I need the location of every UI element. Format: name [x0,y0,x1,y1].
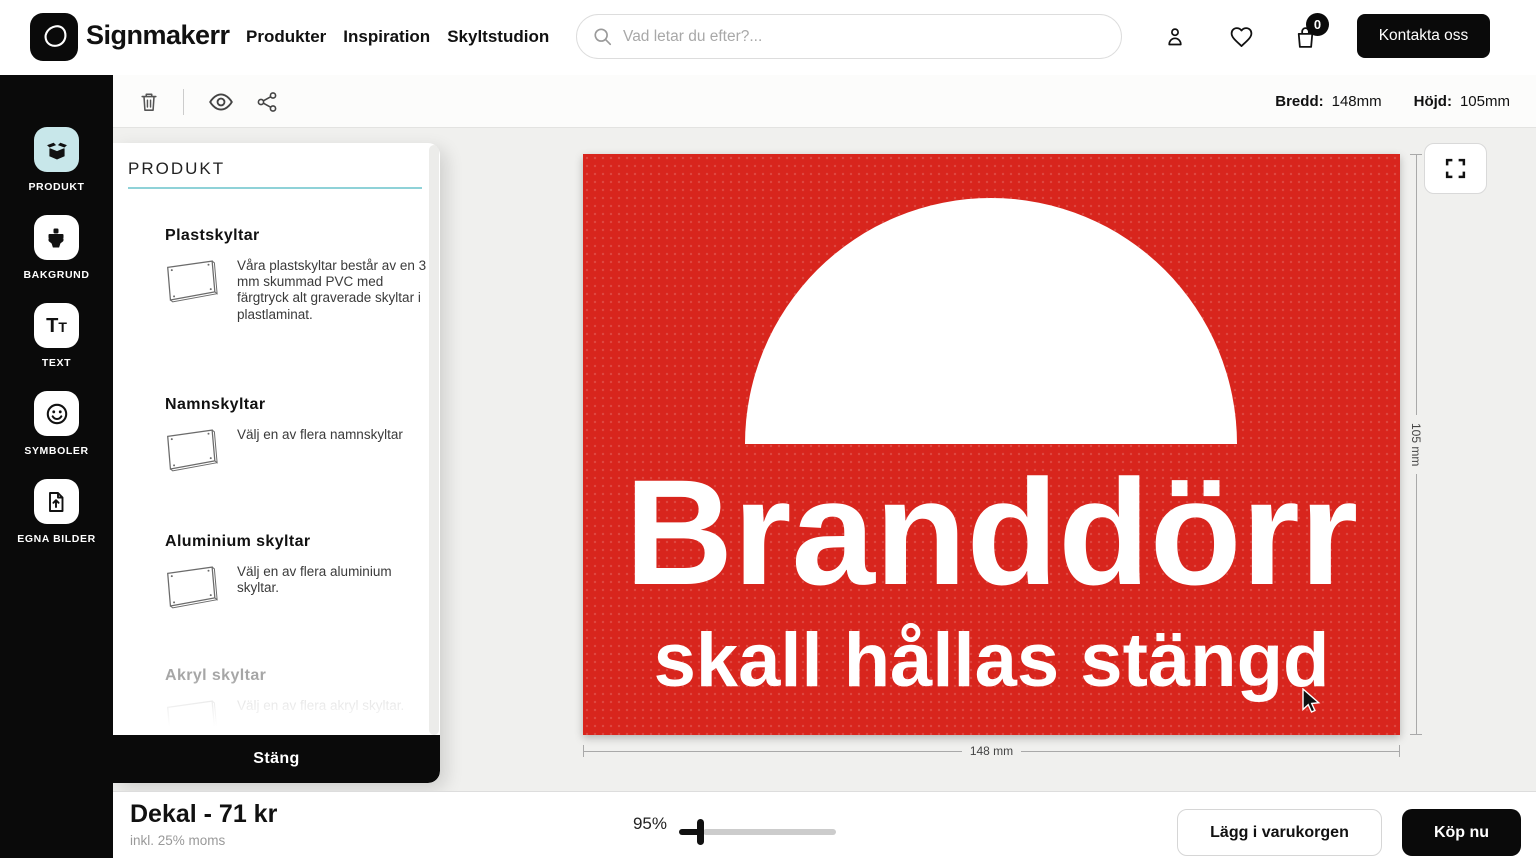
sidebar-item-egna-bilder[interactable]: EGNA BILDER [17,479,96,545]
height-value: 105mm [1460,93,1510,110]
zoom-slider-handle[interactable] [697,819,704,845]
sign-text-line2[interactable]: skall hållas stängd [583,623,1400,699]
sidebar-item-text[interactable]: TT TEXT [34,303,79,369]
cart-count-badge: 0 [1306,13,1329,36]
width-dimension-label: 148 mm [962,744,1021,758]
buy-now-button[interactable]: Köp nu [1402,809,1521,856]
sign-plate-thumbnail [165,258,223,304]
tool-sidebar: PRODUKT BAKGRUND TT TEXT [0,75,113,858]
bottom-bar: Dekal - 71 kr inkl. 25% moms 95% Lägg i … [113,791,1536,864]
sidebar-item-produkt[interactable]: PRODUKT [28,127,84,193]
add-to-cart-button[interactable]: Lägg i varukorgen [1177,809,1382,856]
search-icon [593,27,613,47]
nav-inspiration[interactable]: Inspiration [343,27,430,47]
fullscreen-button[interactable] [1424,143,1487,194]
product-name: Akryl skyltar [165,667,266,685]
search-bar [576,14,1122,59]
sign-text-line1[interactable]: Branddörr [583,457,1400,607]
product-description: Välj en av flera namnskyltar [237,427,433,443]
search-input[interactable] [623,28,1105,46]
produkt-tile [34,127,79,172]
preview-button[interactable] [207,88,235,116]
share-button[interactable] [253,88,281,116]
panel-scrollbar[interactable] [429,145,439,735]
product-price-title: Dekal - 71 kr [130,800,277,829]
egna-bilder-tile [34,479,79,524]
share-icon [256,91,278,113]
symboler-tile [34,391,79,436]
close-panel-button[interactable]: Stäng [113,735,440,783]
upload-file-icon [44,490,68,514]
zoom-slider-track[interactable] [703,829,836,835]
sidebar-item-bakgrund[interactable]: BAKGRUND [23,215,89,281]
product-description: Välj en av flera akryl skyltar. [237,698,433,714]
favorites-button[interactable] [1226,22,1256,52]
product-name: Plastskyltar [165,227,260,245]
heart-icon [1229,25,1254,50]
mouse-cursor [1301,688,1321,716]
brand-name: Signmakerr [86,20,230,51]
account-button[interactable] [1160,22,1190,52]
product-description: Våra plastskyltar består av en 3 mm skum… [237,258,433,323]
text-icon: TT [46,316,67,336]
nav-produkter[interactable]: Produkter [246,27,326,47]
brand-logo[interactable] [30,13,78,61]
sign-artboard[interactable]: Branddörr skall hållas stängd [583,154,1400,735]
product-name: Aluminium skyltar [165,533,311,551]
width-value: 148mm [1332,93,1382,110]
sidebar-label-egna-bilder: EGNA BILDER [17,533,96,545]
fullscreen-icon [1444,157,1467,180]
zoom-slider[interactable] [679,829,836,835]
box-icon [44,137,70,163]
eye-icon [208,91,234,113]
size-readout: Bredd: 148mm Höjd: 105mm [1275,75,1510,128]
top-header: Signmakerr Produkter Inspiration Skyltst… [0,0,1536,75]
sidebar-item-symboler[interactable]: SYMBOLER [24,391,88,457]
zoom-percentage: 95% [623,814,667,834]
trash-icon [139,91,159,113]
contact-button[interactable]: Kontakta oss [1357,14,1490,58]
sidebar-label-bakgrund: BAKGRUND [23,269,89,281]
sign-dome-shape [745,198,1237,444]
product-panel: PRODUKT Plastskyltar Våra plastskyltar b… [113,143,440,783]
user-icon [1163,25,1187,49]
width-label: Bredd: [1275,93,1323,110]
product-name: Namnskyltar [165,396,265,414]
height-label: Höjd: [1414,93,1452,110]
text-tile: TT [34,303,79,348]
vat-note: inkl. 25% moms [130,833,225,848]
width-dimension-line: 148 mm [583,745,1400,757]
brush-icon [44,226,68,250]
sidebar-label-produkt: PRODUKT [28,181,84,193]
nav-skyltstudion[interactable]: Skyltstudion [447,27,549,47]
sign-plate-thumbnail [165,564,223,610]
smiley-icon [44,401,70,427]
sidebar-label-text: TEXT [42,357,71,369]
height-dimension-line: 105 mm [1410,154,1422,735]
blob-logo-icon [37,20,71,54]
editor-toolbar: Bredd: 148mm Höjd: 105mm [113,75,1536,128]
panel-title: PRODUKT [128,159,225,179]
product-description: Välj en av flera aluminium skyltar. [237,564,433,596]
bakgrund-tile [34,215,79,260]
panel-title-underline [128,187,422,189]
toolbar-divider [183,89,184,115]
sign-plate-thumbnail [165,427,223,473]
sidebar-label-symboler: SYMBOLER [24,445,88,457]
delete-button[interactable] [135,88,163,116]
signmaker-app: Signmakerr Produkter Inspiration Skyltst… [0,0,1536,864]
height-dimension-label: 105 mm [1409,415,1423,474]
main-nav: Produkter Inspiration Skyltstudion [246,27,549,47]
